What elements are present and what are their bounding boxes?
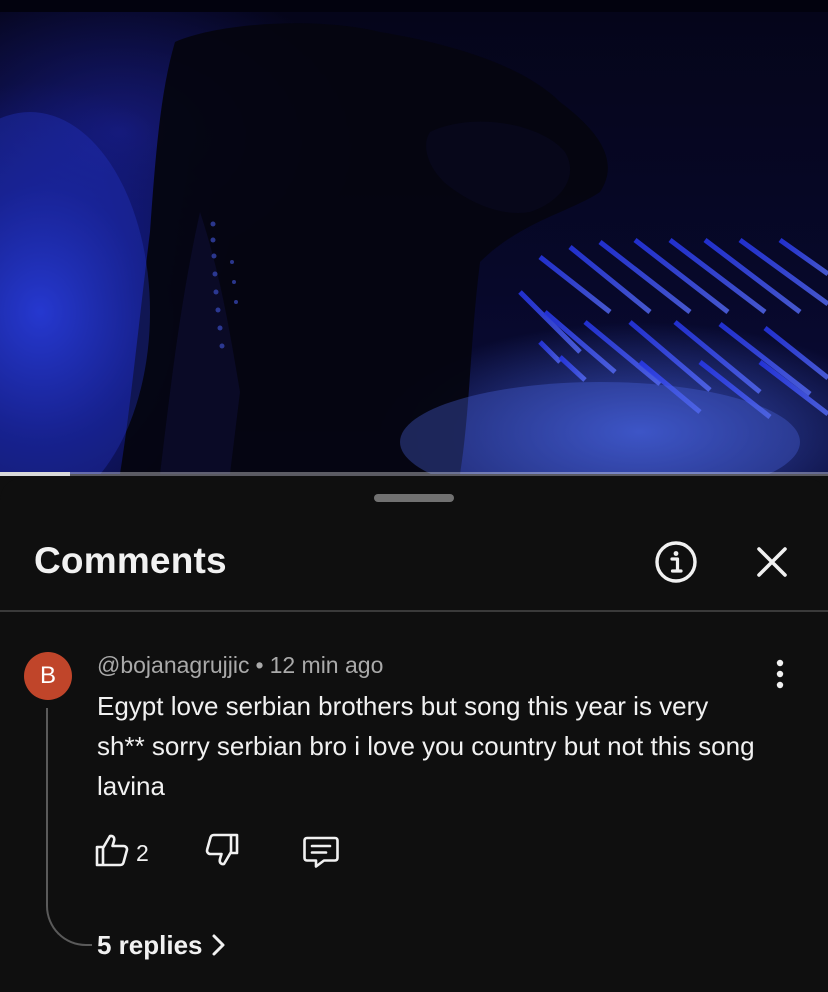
more-vertical-icon[interactable] xyxy=(764,656,796,692)
dislike-icon xyxy=(205,833,239,866)
comment-text: Egypt love serbian brothers but song thi… xyxy=(97,691,755,801)
comments-title: Comments xyxy=(34,540,227,581)
video-progress-fill xyxy=(0,472,71,476)
reply-icon xyxy=(303,836,339,868)
avatar[interactable]: B xyxy=(24,652,72,700)
comment-time: 12 min ago xyxy=(269,652,384,678)
replies-label: 5 replies xyxy=(97,930,203,960)
like-button[interactable]: 2 xyxy=(94,832,160,872)
video-progress-bar[interactable] xyxy=(0,472,828,476)
info-icon[interactable] xyxy=(654,540,698,584)
youtube-comments-screen: Comments B @bojanagrujjic • 12 min ago E… xyxy=(0,0,828,992)
reply-button[interactable] xyxy=(302,832,342,872)
video-player[interactable] xyxy=(0,0,828,476)
comment-meta: @bojanagrujjic • 12 min ago xyxy=(97,652,383,679)
comment-author[interactable]: @bojanagrujjic xyxy=(97,652,250,678)
video-scene xyxy=(0,23,828,474)
like-icon xyxy=(95,834,129,867)
like-count: 2 xyxy=(136,840,149,866)
chevron-right-icon xyxy=(211,933,227,964)
close-icon[interactable] xyxy=(752,542,792,582)
header-divider xyxy=(0,610,828,612)
dislike-button[interactable] xyxy=(204,832,244,872)
view-replies-link[interactable]: 5 replies xyxy=(97,930,227,964)
meta-separator: • xyxy=(255,652,264,678)
drag-handle[interactable] xyxy=(374,494,454,502)
thread-line xyxy=(46,708,92,946)
video-frame[interactable] xyxy=(0,12,828,474)
comments-sheet: Comments B @bojanagrujjic • 12 min ago E… xyxy=(0,478,828,992)
